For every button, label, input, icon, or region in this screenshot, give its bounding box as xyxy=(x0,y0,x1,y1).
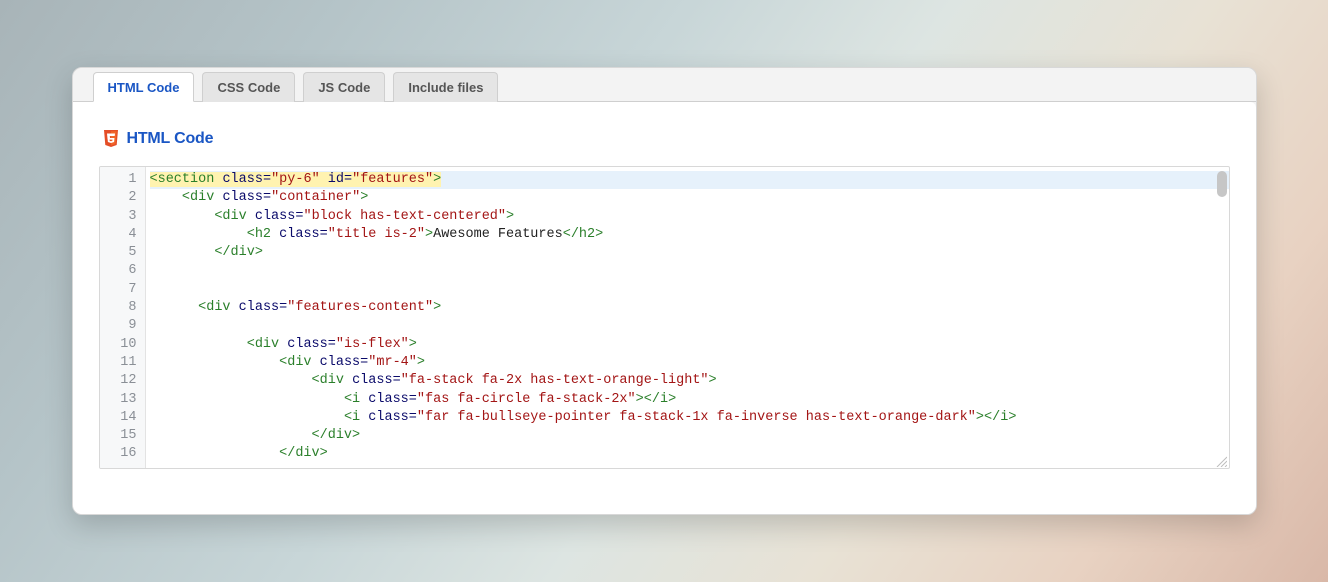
code-line[interactable]: <div class="block has-text-centered"> xyxy=(150,208,1229,226)
line-number: 14 xyxy=(100,409,137,427)
code-line[interactable]: <div class="fa-stack fa-2x has-text-oran… xyxy=(150,372,1229,390)
line-number: 4 xyxy=(100,226,137,244)
tab-bar: HTML Code CSS Code JS Code Include files xyxy=(73,68,1256,102)
line-number: 6 xyxy=(100,262,137,280)
line-number: 1 xyxy=(100,171,137,189)
line-number: 16 xyxy=(100,445,137,463)
code-line[interactable] xyxy=(150,281,1229,299)
tab-content: HTML Code 12345678910111213141516 <secti… xyxy=(73,102,1256,515)
code-line[interactable]: <i class="far fa-bullseye-pointer fa-sta… xyxy=(150,409,1229,427)
line-number: 8 xyxy=(100,299,137,317)
line-number: 13 xyxy=(100,391,137,409)
code-line[interactable]: </div> xyxy=(150,427,1229,445)
code-line[interactable] xyxy=(150,317,1229,335)
code-line[interactable]: <div class="features-content"> xyxy=(150,299,1229,317)
vertical-scrollbar[interactable] xyxy=(1217,171,1227,464)
line-number: 12 xyxy=(100,372,137,390)
code-line[interactable]: <div class="container"> xyxy=(150,189,1229,207)
tab-label: Include files xyxy=(408,80,483,95)
line-number-gutter: 12345678910111213141516 xyxy=(100,167,146,468)
line-number: 7 xyxy=(100,281,137,299)
tab-label: CSS Code xyxy=(217,80,280,95)
tab-include-files[interactable]: Include files xyxy=(393,72,498,102)
code-line[interactable]: <div class="is-flex"> xyxy=(150,336,1229,354)
code-editor[interactable]: 12345678910111213141516 <section class="… xyxy=(99,166,1230,469)
editor-panel: HTML Code CSS Code JS Code Include files… xyxy=(72,67,1257,515)
tab-js-code[interactable]: JS Code xyxy=(303,72,385,102)
line-number: 9 xyxy=(100,317,137,335)
code-area[interactable]: <section class="py-6" id="features"> <di… xyxy=(146,167,1229,468)
code-line[interactable]: <section class="py-6" id="features"> xyxy=(150,171,1229,189)
code-line[interactable]: <i class="fas fa-circle fa-stack-2x"></i… xyxy=(150,391,1229,409)
scrollbar-thumb[interactable] xyxy=(1217,171,1227,197)
line-number: 2 xyxy=(100,189,137,207)
section-title-text: HTML Code xyxy=(127,130,214,148)
code-line[interactable]: <div class="mr-4"> xyxy=(150,354,1229,372)
line-number: 15 xyxy=(100,427,137,445)
code-line[interactable]: <h2 class="title is-2">Awesome Features<… xyxy=(150,226,1229,244)
code-line[interactable] xyxy=(150,262,1229,280)
tab-css-code[interactable]: CSS Code xyxy=(202,72,295,102)
code-line[interactable]: </div> xyxy=(150,244,1229,262)
line-number: 11 xyxy=(100,354,137,372)
line-number: 10 xyxy=(100,336,137,354)
tab-html-code[interactable]: HTML Code xyxy=(93,72,195,102)
tab-label: JS Code xyxy=(318,80,370,95)
tab-label: HTML Code xyxy=(108,80,180,95)
html5-icon xyxy=(103,130,119,148)
code-line[interactable]: </div> xyxy=(150,445,1229,463)
resize-handle-icon[interactable] xyxy=(1215,454,1227,466)
line-number: 5 xyxy=(100,244,137,262)
line-number: 3 xyxy=(100,208,137,226)
section-heading: HTML Code xyxy=(103,130,1230,148)
